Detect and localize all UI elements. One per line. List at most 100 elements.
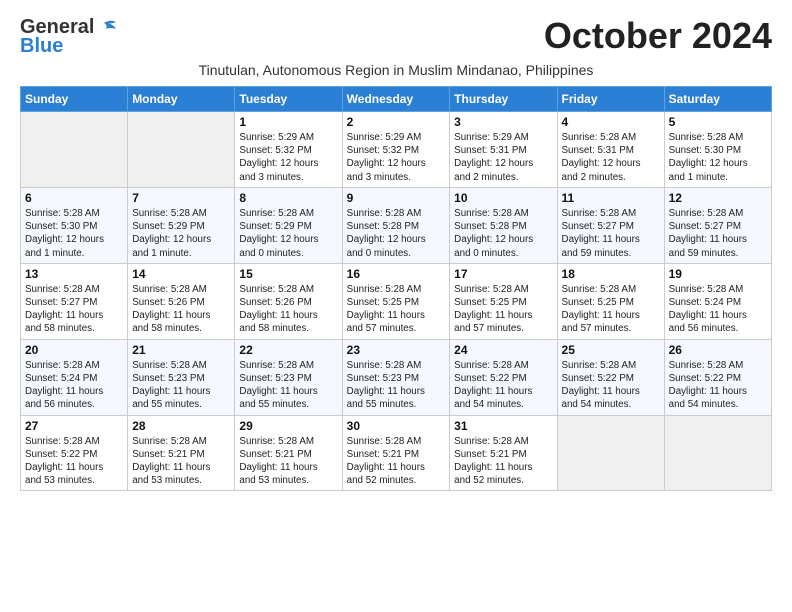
cell-info: Sunrise: 5:28 AM Sunset: 5:25 PM Dayligh… (347, 283, 446, 336)
calendar-week-row: 20Sunrise: 5:28 AM Sunset: 5:24 PM Dayli… (21, 339, 772, 415)
calendar-cell (664, 415, 771, 491)
logo: General Blue (20, 16, 118, 58)
day-number: 28 (132, 419, 230, 433)
weekday-header: Monday (128, 87, 235, 112)
day-number: 11 (562, 191, 660, 205)
calendar-cell: 3 Sunrise: 5:29 AM Sunset: 5:31 PM Daylig… (450, 112, 557, 188)
cell-info: Sunrise: 5:28 AM Sunset: 5:30 PM Dayligh… (669, 131, 767, 184)
day-number: 8 (239, 191, 337, 205)
day-number: 12 (669, 191, 767, 205)
calendar-cell: 14Sunrise: 5:28 AM Sunset: 5:26 PM Dayli… (128, 263, 235, 339)
weekday-header: Thursday (450, 87, 557, 112)
cell-info: Sunrise: 5:28 AM Sunset: 5:27 PM Dayligh… (25, 283, 123, 336)
calendar-week-row: 13Sunrise: 5:28 AM Sunset: 5:27 PM Dayli… (21, 263, 772, 339)
day-number: 1 (239, 115, 337, 129)
weekday-header: Tuesday (235, 87, 342, 112)
day-number: 24 (454, 343, 552, 357)
logo-blue-text: Blue (20, 35, 63, 58)
calendar-cell: 2Sunrise: 5:29 AM Sunset: 5:32 PM Daylig… (342, 112, 450, 188)
cell-info: Sunrise: 5:28 AM Sunset: 5:22 PM Dayligh… (669, 359, 767, 412)
cell-info: Sunrise: 5:28 AM Sunset: 5:22 PM Dayligh… (562, 359, 660, 412)
day-number: 2 (347, 115, 446, 129)
day-number: 17 (454, 267, 552, 281)
subtitle: Tinutulan, Autonomous Region in Muslim M… (20, 62, 772, 78)
calendar-cell: 22 Sunrise: 5:28 AM Sunset: 5:23 PM Dayli… (235, 339, 342, 415)
calendar-cell: 15 Sunrise: 5:28 AM Sunset: 5:26 PM Dayli… (235, 263, 342, 339)
calendar-cell: 7 Sunrise: 5:28 AM Sunset: 5:29 PM Daylig… (128, 187, 235, 263)
cell-info: Sunrise: 5:28 AM Sunset: 5:24 PM Dayligh… (669, 283, 767, 336)
cell-info: Sunrise: 5:28 AM Sunset: 5:22 PM Dayligh… (454, 359, 552, 412)
logo-bird-icon (96, 19, 118, 37)
cell-info: Sunrise: 5:28 AM Sunset: 5:31 PM Dayligh… (562, 131, 660, 184)
weekday-header: Sunday (21, 87, 128, 112)
calendar-cell: 9 Sunrise: 5:28 AM Sunset: 5:28 PM Daylig… (342, 187, 450, 263)
day-number: 31 (454, 419, 552, 433)
calendar-body: 1Sunrise: 5:29 AM Sunset: 5:32 PM Daylig… (21, 112, 772, 491)
day-number: 3 (454, 115, 552, 129)
cell-info: Sunrise: 5:28 AM Sunset: 5:21 PM Dayligh… (347, 435, 446, 488)
day-number: 16 (347, 267, 446, 281)
cell-info: Sunrise: 5:28 AM Sunset: 5:23 PM Dayligh… (239, 359, 337, 412)
cell-info: Sunrise: 5:28 AM Sunset: 5:21 PM Dayligh… (132, 435, 230, 488)
cell-info: Sunrise: 5:28 AM Sunset: 5:28 PM Dayligh… (347, 207, 446, 260)
cell-info: Sunrise: 5:28 AM Sunset: 5:28 PM Dayligh… (454, 207, 552, 260)
calendar-cell: 12 Sunrise: 5:28 AM Sunset: 5:27 PM Dayli… (664, 187, 771, 263)
cell-info: Sunrise: 5:28 AM Sunset: 5:30 PM Dayligh… (25, 207, 123, 260)
calendar-cell (557, 415, 664, 491)
calendar-cell: 1Sunrise: 5:29 AM Sunset: 5:32 PM Daylig… (235, 112, 342, 188)
day-number: 6 (25, 191, 123, 205)
cell-info: Sunrise: 5:28 AM Sunset: 5:23 PM Dayligh… (132, 359, 230, 412)
day-number: 10 (454, 191, 552, 205)
day-number: 23 (347, 343, 446, 357)
cell-info: Sunrise: 5:28 AM Sunset: 5:29 PM Dayligh… (239, 207, 337, 260)
calendar-cell (128, 112, 235, 188)
calendar-cell: 8 Sunrise: 5:28 AM Sunset: 5:29 PM Daylig… (235, 187, 342, 263)
month-title: October 2024 (544, 16, 772, 56)
weekday-row: SundayMondayTuesdayWednesdayThursdayFrid… (21, 87, 772, 112)
day-number: 25 (562, 343, 660, 357)
calendar-cell: 30 Sunrise: 5:28 AM Sunset: 5:21 PM Dayli… (342, 415, 450, 491)
cell-info: Sunrise: 5:28 AM Sunset: 5:25 PM Dayligh… (562, 283, 660, 336)
calendar-cell (21, 112, 128, 188)
calendar-cell: 31Sunrise: 5:28 AM Sunset: 5:21 PM Dayli… (450, 415, 557, 491)
cell-info: Sunrise: 5:28 AM Sunset: 5:24 PM Dayligh… (25, 359, 123, 412)
calendar-cell: 25 Sunrise: 5:28 AM Sunset: 5:22 PM Dayli… (557, 339, 664, 415)
calendar-cell: 21 Sunrise: 5:28 AM Sunset: 5:23 PM Dayli… (128, 339, 235, 415)
calendar-cell: 18 Sunrise: 5:28 AM Sunset: 5:25 PM Dayli… (557, 263, 664, 339)
day-number: 26 (669, 343, 767, 357)
day-number: 18 (562, 267, 660, 281)
calendar-cell: 11Sunrise: 5:28 AM Sunset: 5:27 PM Dayli… (557, 187, 664, 263)
cell-info: Sunrise: 5:28 AM Sunset: 5:26 PM Dayligh… (132, 283, 230, 336)
calendar-cell: 24 Sunrise: 5:28 AM Sunset: 5:22 PM Dayli… (450, 339, 557, 415)
day-number: 27 (25, 419, 123, 433)
calendar-header: SundayMondayTuesdayWednesdayThursdayFrid… (21, 87, 772, 112)
cell-info: Sunrise: 5:28 AM Sunset: 5:21 PM Dayligh… (239, 435, 337, 488)
cell-info: Sunrise: 5:29 AM Sunset: 5:31 PM Dayligh… (454, 131, 552, 184)
calendar-table: SundayMondayTuesdayWednesdayThursdayFrid… (20, 86, 772, 491)
day-number: 7 (132, 191, 230, 205)
cell-info: Sunrise: 5:28 AM Sunset: 5:29 PM Dayligh… (132, 207, 230, 260)
cell-info: Sunrise: 5:28 AM Sunset: 5:22 PM Dayligh… (25, 435, 123, 488)
calendar-cell: 4 Sunrise: 5:28 AM Sunset: 5:31 PM Daylig… (557, 112, 664, 188)
day-number: 4 (562, 115, 660, 129)
calendar-week-row: 6 Sunrise: 5:28 AM Sunset: 5:30 PM Daylig… (21, 187, 772, 263)
day-number: 15 (239, 267, 337, 281)
weekday-header: Friday (557, 87, 664, 112)
page-header: General Blue October 2024 (20, 16, 772, 58)
day-number: 30 (347, 419, 446, 433)
calendar-cell: 13Sunrise: 5:28 AM Sunset: 5:27 PM Dayli… (21, 263, 128, 339)
calendar-cell: 29Sunrise: 5:28 AM Sunset: 5:21 PM Dayli… (235, 415, 342, 491)
calendar-cell: 5 Sunrise: 5:28 AM Sunset: 5:30 PM Daylig… (664, 112, 771, 188)
calendar-week-row: 1Sunrise: 5:29 AM Sunset: 5:32 PM Daylig… (21, 112, 772, 188)
cell-info: Sunrise: 5:28 AM Sunset: 5:26 PM Dayligh… (239, 283, 337, 336)
day-number: 21 (132, 343, 230, 357)
day-number: 5 (669, 115, 767, 129)
calendar-cell: 20Sunrise: 5:28 AM Sunset: 5:24 PM Dayli… (21, 339, 128, 415)
calendar-cell: 23Sunrise: 5:28 AM Sunset: 5:23 PM Dayli… (342, 339, 450, 415)
weekday-header: Wednesday (342, 87, 450, 112)
cell-info: Sunrise: 5:28 AM Sunset: 5:27 PM Dayligh… (669, 207, 767, 260)
day-number: 9 (347, 191, 446, 205)
cell-info: Sunrise: 5:28 AM Sunset: 5:25 PM Dayligh… (454, 283, 552, 336)
weekday-header: Saturday (664, 87, 771, 112)
day-number: 22 (239, 343, 337, 357)
